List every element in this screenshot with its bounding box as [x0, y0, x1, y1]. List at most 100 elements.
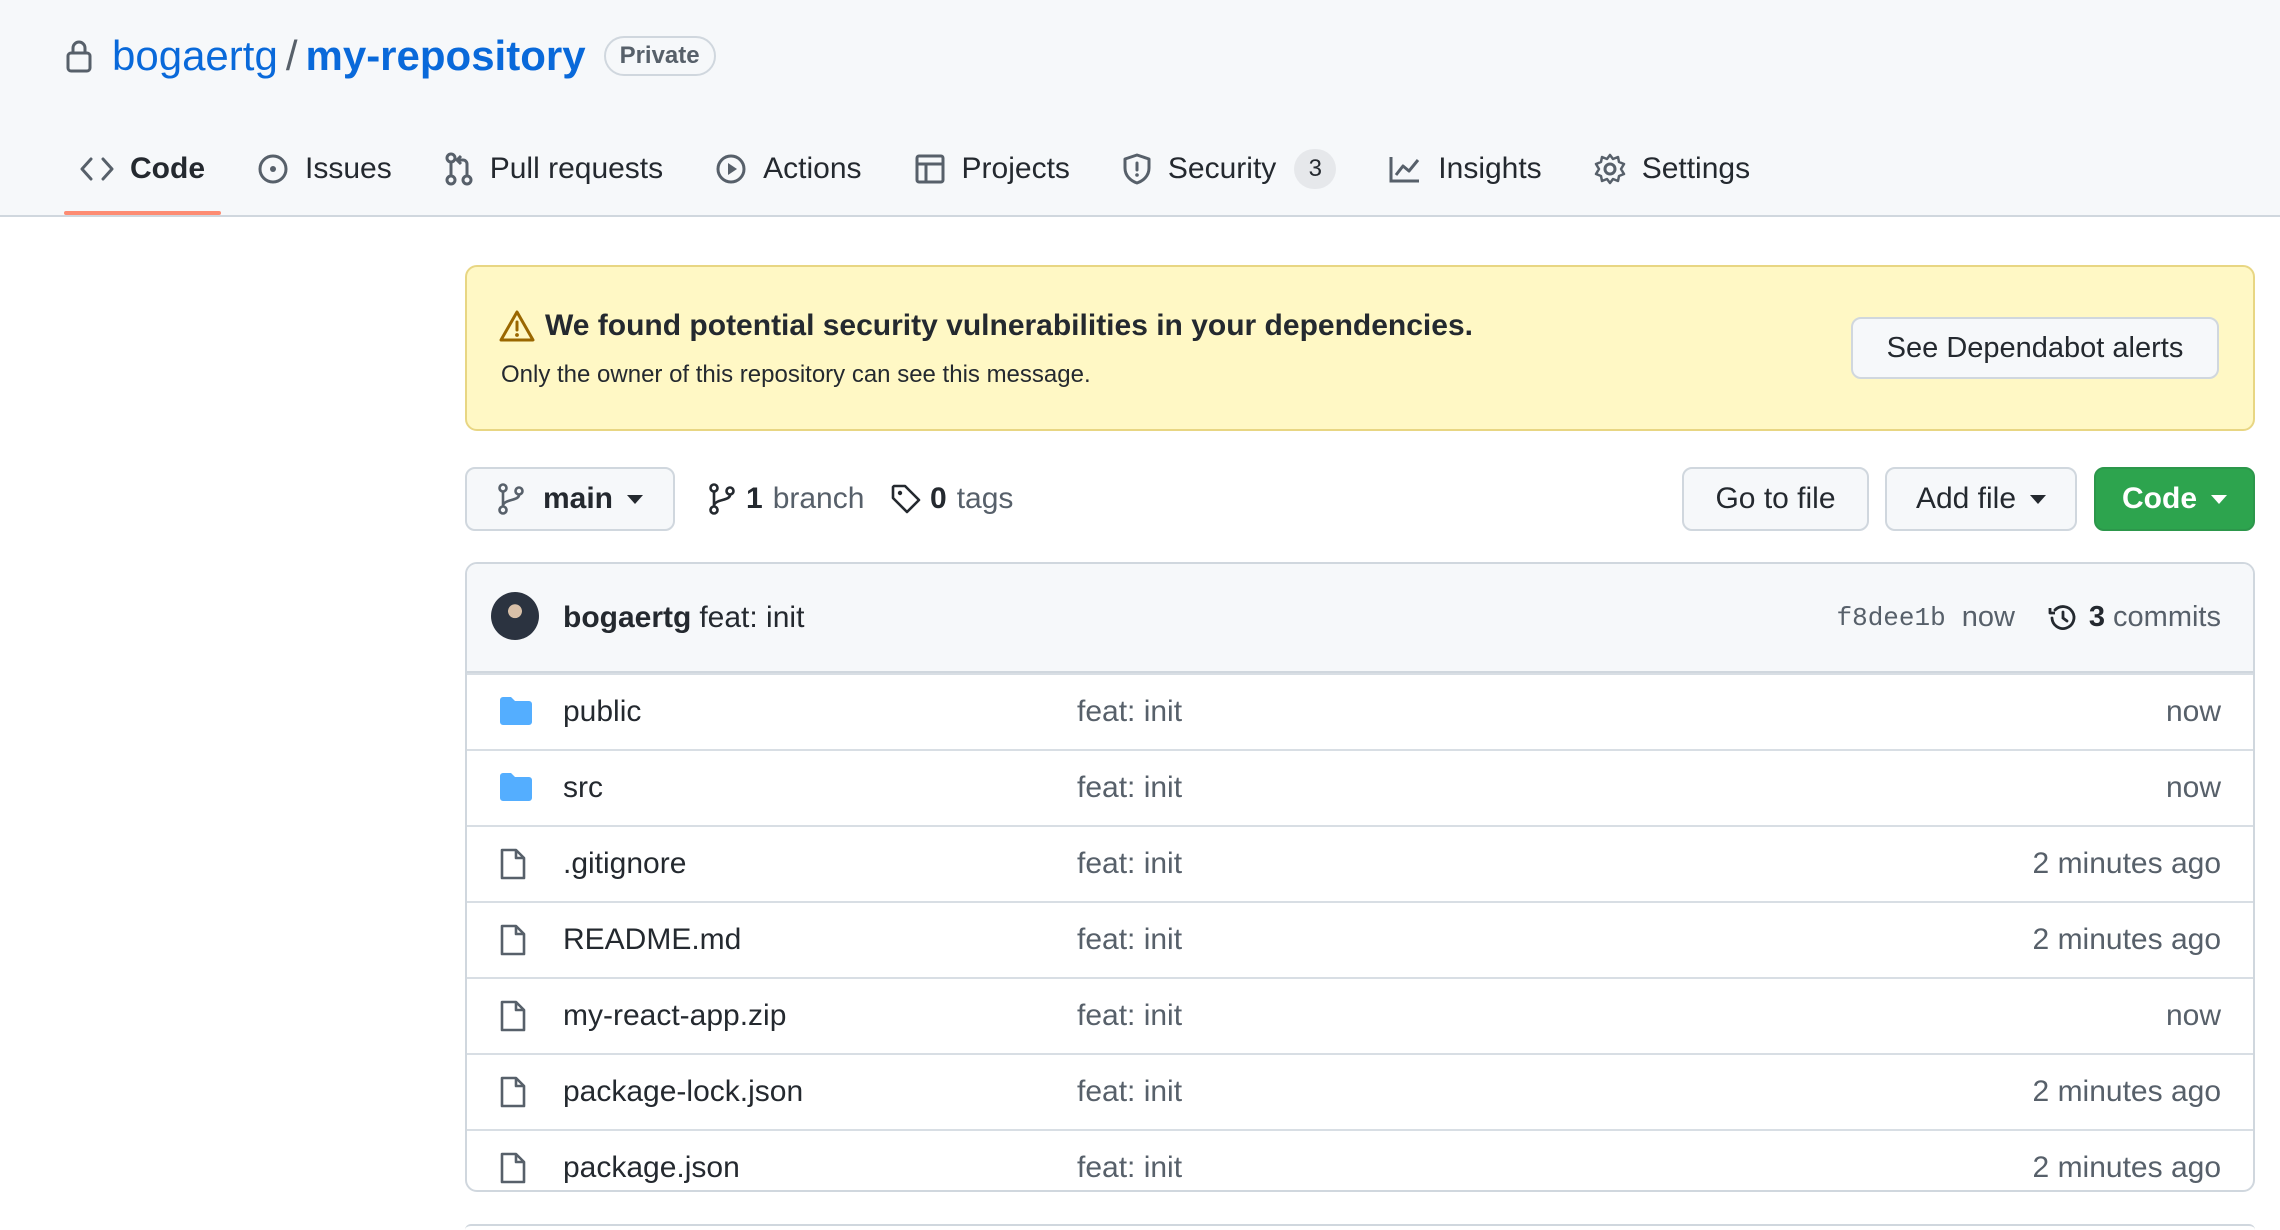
file-row: public feat: init now — [467, 673, 2253, 749]
file-commit-message-link[interactable]: feat: init — [1077, 1055, 1182, 1129]
file-row: README.md feat: init 2 minutes ago — [467, 901, 2253, 977]
chevron-down-icon — [2211, 494, 2227, 504]
file-commit-message-link[interactable]: feat: init — [1077, 675, 1182, 749]
tab-code-label: Code — [130, 152, 205, 185]
gear-icon — [1594, 153, 1625, 185]
file-icon — [500, 924, 526, 956]
latest-commit-message: bogaertg feat: init — [563, 564, 804, 671]
file-name-link[interactable]: README.md — [563, 903, 741, 977]
file-list: bogaertg feat: init f8dee1b now 3 commit… — [465, 562, 2255, 1192]
see-dependabot-alerts-button[interactable]: See Dependabot alerts — [1851, 317, 2219, 379]
file-icon — [500, 1152, 526, 1184]
repo-title: bogaertg / my-repository Private — [64, 26, 716, 86]
commit-sha-link[interactable]: f8dee1b — [1836, 603, 1945, 633]
file-name-link[interactable]: package-lock.json — [563, 1055, 803, 1129]
lock-icon — [64, 39, 94, 73]
commit-time: now — [1961, 601, 2015, 633]
file-age: 2 minutes ago — [2032, 923, 2221, 956]
repo-nav-tabs: Code Issues Pull requests Actions Projec… — [64, 138, 1786, 215]
file-name-link[interactable]: .gitignore — [563, 827, 686, 901]
tab-issues[interactable]: Issues — [241, 138, 408, 200]
file-age: now — [2165, 999, 2221, 1032]
tab-security-label: Security — [1167, 152, 1277, 185]
repo-header: bogaertg / my-repository Private Code Is… — [0, 0, 2280, 217]
graph-icon — [1389, 157, 1420, 183]
file-commit-message-link[interactable]: feat: init — [1077, 979, 1182, 1053]
tab-projects[interactable]: Projects — [898, 138, 1086, 200]
tags-link[interactable]: 0 tags — [890, 467, 1013, 531]
file-age: 2 minutes ago — [2032, 1151, 2221, 1184]
folder-icon — [500, 697, 532, 725]
chevron-down-icon — [627, 494, 644, 504]
file-name-link[interactable]: public — [563, 675, 641, 749]
file-commit-message-link[interactable]: feat: init — [1077, 1131, 1182, 1190]
latest-commit-header: bogaertg feat: init f8dee1b now 3 commit… — [467, 564, 2253, 673]
code-button-label: Code — [2122, 482, 2197, 515]
banner-subtitle: Only the owner of this repository can se… — [501, 361, 1091, 388]
commit-author-link[interactable]: bogaertg — [563, 601, 691, 635]
tab-pull-requests[interactable]: Pull requests — [428, 138, 679, 200]
file-commit-message-link[interactable]: feat: init — [1077, 827, 1182, 901]
file-icon — [500, 1000, 526, 1032]
branch-icon — [709, 483, 735, 515]
avatar[interactable] — [491, 592, 539, 640]
commit-message-link[interactable]: feat: init — [699, 601, 804, 635]
file-row: src feat: init now — [467, 749, 2253, 825]
banner-title: We found potential security vulnerabilit… — [545, 309, 1473, 342]
issue-icon — [258, 154, 288, 184]
tab-settings-label: Settings — [1641, 152, 1751, 185]
security-count-badge: 3 — [1294, 149, 1337, 189]
file-age: 2 minutes ago — [2032, 847, 2221, 880]
branch-icon — [498, 483, 524, 515]
shield-icon — [1123, 153, 1151, 185]
tag-count: 0 — [930, 482, 947, 515]
repo-owner-link[interactable]: bogaertg — [112, 32, 278, 80]
file-name-link[interactable]: src — [563, 751, 603, 825]
tab-pull-requests-label: Pull requests — [489, 152, 664, 185]
add-file-label: Add file — [1915, 482, 2017, 515]
branch-toolbar: main 1 branch 0 tags Go to file Add file… — [465, 467, 2255, 531]
file-age: 2 minutes ago — [2032, 1075, 2221, 1108]
file-name-link[interactable]: my-react-app.zip — [563, 979, 786, 1053]
tab-actions[interactable]: Actions — [699, 138, 877, 200]
tab-projects-label: Projects — [961, 152, 1070, 185]
chevron-down-icon — [2030, 494, 2047, 504]
tab-code[interactable]: Code — [64, 138, 221, 215]
commit-meta: f8dee1b now 3 commits — [1836, 564, 2221, 671]
warning-icon — [499, 310, 535, 342]
file-icon — [500, 1076, 526, 1108]
file-name-link[interactable]: package.json — [563, 1131, 740, 1190]
file-commit-message-link[interactable]: feat: init — [1077, 751, 1182, 825]
tab-actions-label: Actions — [763, 152, 862, 185]
file-row: .gitignore feat: init 2 minutes ago — [467, 825, 2253, 901]
file-age: now — [2165, 695, 2221, 728]
tag-icon — [891, 484, 921, 514]
tag-count-label: tags — [956, 482, 1014, 515]
file-icon — [500, 848, 526, 880]
repo-separator: / — [285, 32, 298, 79]
branches-link[interactable]: 1 branch — [708, 467, 864, 531]
file-commit-message-link[interactable]: feat: init — [1077, 903, 1182, 977]
branch-select-button[interactable]: main — [465, 467, 675, 531]
file-row: package.json feat: init 2 minutes ago — [467, 1129, 2253, 1190]
tab-security[interactable]: Security 3 — [1106, 138, 1352, 200]
readme-box-edge — [465, 1224, 2255, 1230]
add-file-button[interactable]: Add file — [1885, 467, 2077, 531]
security-alert-banner: We found potential security vulnerabilit… — [465, 265, 2255, 431]
play-icon — [716, 154, 746, 184]
commit-count-label: commits — [2113, 601, 2221, 633]
file-row: my-react-app.zip feat: init now — [467, 977, 2253, 1053]
tab-issues-label: Issues — [305, 152, 392, 185]
commit-count: 3 — [2088, 601, 2106, 633]
go-to-file-button[interactable]: Go to file — [1682, 467, 1869, 531]
file-age: now — [2165, 771, 2221, 804]
folder-icon — [500, 773, 532, 801]
repo-name-link[interactable]: my-repository — [305, 32, 585, 80]
file-row: package-lock.json feat: init 2 minutes a… — [467, 1053, 2253, 1129]
code-dropdown-button[interactable]: Code — [2094, 467, 2255, 531]
visibility-badge: Private — [603, 36, 716, 76]
tab-settings[interactable]: Settings — [1578, 138, 1766, 200]
current-branch-label: main — [542, 482, 614, 515]
commits-history-link[interactable]: 3 commits — [2047, 601, 2221, 634]
tab-insights[interactable]: Insights — [1372, 138, 1557, 200]
